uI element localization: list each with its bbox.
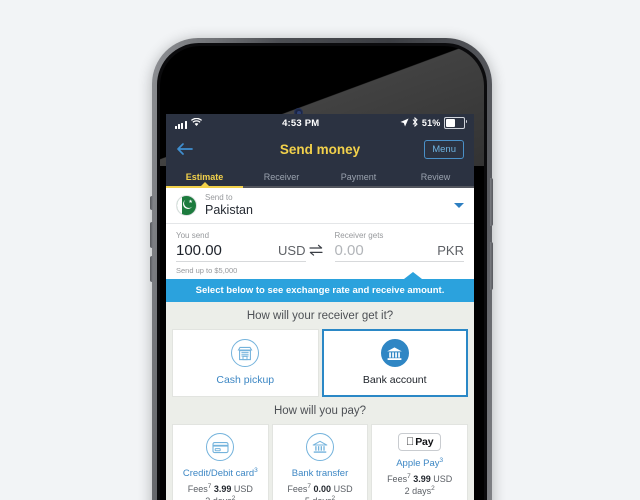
pay-label-text: Bank transfer — [291, 468, 349, 480]
receive-amount-input[interactable]: 0.00 — [335, 242, 438, 259]
fee-label: Fees — [387, 474, 408, 485]
fee-amount: 3.99 — [413, 474, 431, 485]
pay-label-text: Credit/Debit card — [182, 468, 255, 480]
fee-currency: USD — [433, 474, 453, 485]
days-sup: 2 — [431, 485, 435, 493]
apple-pay-logo-text: Pay — [411, 436, 433, 448]
pakistan-flag-icon: ★ — [176, 194, 197, 216]
pay-option-apple-pay-fee: Fees7 3.99 USD — [387, 473, 452, 484]
days-text: 5 days — [305, 496, 332, 500]
app-screen: 4:53 PM 51% Send money Menu Estimate Rec… — [166, 114, 474, 500]
battery-icon — [444, 117, 467, 129]
fee-sup: 7 — [407, 473, 411, 481]
bank-icon — [380, 339, 409, 367]
pay-label-sup: 3 — [254, 467, 258, 474]
menu-button[interactable]: Menu — [424, 139, 464, 159]
fee-label: Fees — [187, 484, 208, 495]
receiver-gets-label: Receiver gets — [334, 231, 384, 240]
power-button-lower[interactable] — [490, 242, 493, 290]
receive-section-title: How will your receiver get it? — [166, 302, 474, 329]
you-send-label: You send — [176, 231, 210, 240]
send-currency[interactable]: USD — [278, 243, 305, 258]
send-limit-note: Send up to $5,000 — [166, 265, 474, 279]
location-arrow-icon — [400, 117, 409, 129]
pay-option-bank-transfer[interactable]: Bank transfer Fees7 0.00 USD 5 days2 — [271, 424, 369, 500]
apple-logo-icon:  — [406, 436, 414, 448]
storefront-icon — [231, 339, 260, 367]
pay-option-credit-debit-card-label: Credit/Debit card3 — [183, 467, 258, 479]
pay-option-apple-pay[interactable]:  Pay Apple Pay3 Fees7 3.99 USD 2 days2 — [371, 424, 469, 500]
days-sup: 2 — [231, 495, 236, 500]
pay-option-credit-debit-card-days: 2 days2 — [205, 495, 235, 500]
apple-pay-icon:  Pay — [398, 433, 442, 451]
fee-currency: USD — [333, 484, 353, 495]
tab-inactive-underline — [243, 185, 474, 188]
fee-amount: 3.99 — [213, 484, 232, 495]
send-to-label: Send to — [205, 193, 233, 202]
battery-percent: 51% — [421, 118, 441, 128]
receive-options: Cash pickup Bank account — [166, 329, 474, 397]
bluetooth-icon — [412, 116, 419, 129]
tab-bar: Estimate Receiver Payment Review — [166, 166, 474, 188]
wifi-icon — [190, 117, 202, 129]
receive-currency[interactable]: PKR — [437, 243, 464, 258]
info-banner-text: Select below to see exchange rate and re… — [195, 285, 445, 296]
fee-label: Fees — [287, 484, 308, 495]
currency-swap-icon[interactable] — [308, 244, 323, 259]
cellular-signal-icon — [175, 121, 187, 129]
days-text: 2 days — [205, 496, 232, 500]
volume-down-button[interactable] — [150, 256, 153, 282]
pay-section-title: How will you pay? — [166, 397, 474, 424]
option-cash-pickup[interactable]: Cash pickup — [172, 329, 319, 397]
fee-currency: USD — [233, 484, 253, 495]
pay-option-apple-pay-label: Apple Pay3 — [396, 457, 443, 469]
pay-label-text: Apple Pay — [396, 458, 440, 470]
credit-card-icon — [206, 433, 235, 461]
days-sup: 2 — [331, 495, 336, 500]
pay-label-sup: 3 — [439, 457, 444, 464]
pay-option-apple-pay-days: 2 days2 — [405, 485, 435, 496]
status-bar: 4:53 PM 51% — [166, 114, 474, 132]
country-value: Pakistan — [205, 203, 253, 217]
send-amount-input[interactable]: 100.00 — [176, 242, 278, 259]
power-button[interactable] — [490, 178, 493, 226]
fee-sup: 7 — [307, 483, 312, 491]
volume-up-button[interactable] — [150, 222, 153, 248]
country-selector[interactable]: ★ Send to Pakistan — [166, 188, 474, 224]
pay-option-bank-transfer-days: 5 days2 — [305, 495, 335, 500]
chevron-down-icon[interactable] — [454, 202, 464, 208]
tab-active-caret-icon — [200, 181, 209, 186]
pay-option-bank-transfer-fee: Fees7 0.00 USD — [287, 483, 352, 494]
pay-option-credit-debit-card[interactable]: Credit/Debit card3 Fees7 3.99 USD 2 days… — [172, 424, 269, 500]
pay-options: Credit/Debit card3 Fees7 3.99 USD 2 days… — [166, 424, 474, 500]
screenshot-root: 4:53 PM 51% Send money Menu Estimate Rec… — [0, 0, 640, 500]
info-banner: Select below to see exchange rate and re… — [166, 272, 474, 302]
amount-entry: You send 100.00 USD Receiver gets 0.00 P… — [166, 224, 474, 265]
option-bank-account-label: Bank account — [362, 374, 427, 386]
fee-sup: 7 — [207, 483, 212, 491]
bank-icon — [306, 433, 334, 461]
pay-option-bank-transfer-label: Bank transfer — [292, 467, 349, 479]
pay-option-credit-debit-card-fee: Fees7 3.99 USD — [188, 483, 253, 494]
option-bank-account[interactable]: Bank account — [321, 329, 468, 397]
fee-amount: 0.00 — [313, 484, 332, 495]
navigation-bar: Send money Menu — [166, 132, 474, 166]
option-cash-pickup-label: Cash pickup — [216, 374, 275, 386]
back-arrow-icon[interactable] — [176, 142, 193, 156]
banner-caret-icon — [404, 272, 422, 279]
days-text: 2 days — [404, 486, 432, 497]
ring-switch-button[interactable] — [150, 196, 153, 210]
tab-active-underline — [166, 185, 243, 188]
status-time: 4:53 PM — [282, 117, 320, 129]
